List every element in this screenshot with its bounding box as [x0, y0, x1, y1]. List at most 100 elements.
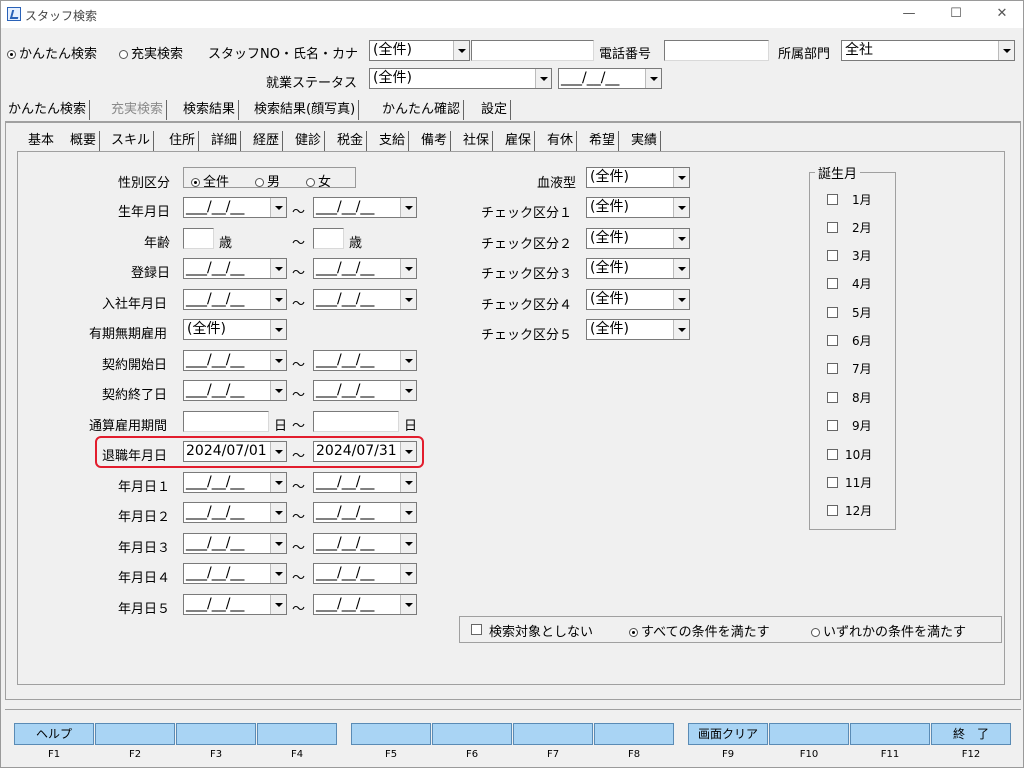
- f10-button[interactable]: [769, 723, 849, 745]
- subtab-detail[interactable]: 詳細: [208, 131, 242, 151]
- status-combo[interactable]: (全件): [369, 68, 552, 89]
- gender-all-radio[interactable]: 全件: [191, 171, 229, 190]
- tilde: 〜: [292, 358, 306, 373]
- month-checkbox-8[interactable]: [827, 392, 838, 403]
- f4-button[interactable]: [257, 723, 337, 745]
- date2-to-picker[interactable]: ___/__/__: [313, 502, 417, 523]
- subtab-career[interactable]: 経歴: [250, 131, 284, 151]
- subtab-results[interactable]: 実績: [628, 131, 662, 151]
- check3-combo[interactable]: (全件): [586, 258, 690, 279]
- f5-button[interactable]: [351, 723, 431, 745]
- contract-end-from-picker[interactable]: ___/__/__: [183, 380, 287, 401]
- hire-from-picker[interactable]: ___/__/__: [183, 289, 287, 310]
- status-date-picker[interactable]: ___/__/__: [558, 68, 662, 89]
- month-checkbox-3[interactable]: [827, 250, 838, 261]
- subtab-address[interactable]: 住所: [166, 131, 200, 151]
- month-checkbox-6[interactable]: [827, 335, 838, 346]
- month-label: 9月: [852, 419, 872, 433]
- exclude-checkbox[interactable]: [471, 624, 482, 635]
- retire-to-picker[interactable]: 2024/07/31: [313, 441, 417, 462]
- contract-end-to-picker[interactable]: ___/__/__: [313, 380, 417, 401]
- search-mode-full[interactable]: 充実検索: [119, 43, 183, 62]
- registered-to-picker[interactable]: ___/__/__: [313, 258, 417, 279]
- retire-from-picker[interactable]: 2024/07/01: [183, 441, 287, 462]
- f11-button[interactable]: [850, 723, 930, 745]
- f12-button[interactable]: 終 了: [931, 723, 1011, 745]
- tab-simple-search[interactable]: かんたん検索: [5, 100, 91, 120]
- f1-button[interactable]: ヘルプ: [14, 723, 94, 745]
- month-checkbox-5[interactable]: [827, 307, 838, 318]
- gender-female-radio[interactable]: 女: [306, 171, 331, 190]
- subtab-skill[interactable]: スキル: [108, 131, 155, 151]
- f6-button[interactable]: [432, 723, 512, 745]
- month-checkbox-9[interactable]: [827, 420, 838, 431]
- subtab-overview[interactable]: 概要: [67, 131, 101, 151]
- date1-to-picker[interactable]: ___/__/__: [313, 472, 417, 493]
- blood-combo[interactable]: (全件): [586, 167, 690, 188]
- subtab-wishes[interactable]: 希望: [586, 131, 620, 151]
- month-checkbox-12[interactable]: [827, 505, 838, 516]
- subtab-paid-leave[interactable]: 有休: [544, 131, 578, 151]
- age-from-input[interactable]: [183, 228, 214, 249]
- tab-settings[interactable]: 設定: [478, 100, 512, 120]
- date4-to-picker[interactable]: ___/__/__: [313, 563, 417, 584]
- chevron-down-icon: [270, 290, 286, 309]
- birth-from-picker[interactable]: ___/__/__: [183, 197, 287, 218]
- subtab-basic[interactable]: 基本: [25, 131, 57, 151]
- chevron-down-icon: [270, 534, 286, 553]
- f9-button[interactable]: 画面クリア: [688, 723, 768, 745]
- any-condition-radio[interactable]: いずれかの条件を満たす: [811, 621, 966, 640]
- tab-results[interactable]: 検索結果: [180, 100, 240, 120]
- f3-button[interactable]: [176, 723, 256, 745]
- subtab-social-insurance[interactable]: 社保: [460, 131, 494, 151]
- date3-from-picker[interactable]: ___/__/__: [183, 533, 287, 554]
- date2-from-picker[interactable]: ___/__/__: [183, 502, 287, 523]
- period-from-input[interactable]: [183, 411, 269, 432]
- tab-full-search[interactable]: 充実検索: [108, 100, 168, 120]
- period-to-input[interactable]: [313, 411, 399, 432]
- maximize-button[interactable]: ☐: [933, 3, 979, 25]
- check1-combo[interactable]: (全件): [586, 197, 690, 218]
- month-checkbox-4[interactable]: [827, 278, 838, 289]
- subtab-employment-insurance[interactable]: 雇保: [502, 131, 536, 151]
- subtab-tax[interactable]: 税金: [334, 131, 368, 151]
- hire-to-picker[interactable]: ___/__/__: [313, 289, 417, 310]
- date5-from-picker[interactable]: ___/__/__: [183, 594, 287, 615]
- check2-combo[interactable]: (全件): [586, 228, 690, 249]
- subtab-notes[interactable]: 備考: [418, 131, 452, 151]
- tab-simple-confirm[interactable]: かんたん確認: [379, 100, 465, 120]
- registered-from-picker[interactable]: ___/__/__: [183, 258, 287, 279]
- dept-combo[interactable]: 全社: [841, 40, 1015, 61]
- radio-icon: [119, 50, 128, 59]
- contract-start-to-picker[interactable]: ___/__/__: [313, 350, 417, 371]
- month-checkbox-11[interactable]: [827, 477, 838, 488]
- birth-to-picker[interactable]: ___/__/__: [313, 197, 417, 218]
- month-checkbox-2[interactable]: [827, 222, 838, 233]
- f2-button[interactable]: [95, 723, 175, 745]
- date3-to-picker[interactable]: ___/__/__: [313, 533, 417, 554]
- subtab-checkup[interactable]: 健診: [292, 131, 326, 151]
- date4-from-picker[interactable]: ___/__/__: [183, 563, 287, 584]
- phone-input[interactable]: [664, 40, 769, 61]
- age-to-input[interactable]: [313, 228, 344, 249]
- minimize-button[interactable]: —: [886, 3, 932, 25]
- tab-results-photo[interactable]: 検索結果(顔写真): [251, 100, 360, 120]
- month-checkbox-7[interactable]: [827, 363, 838, 374]
- staff-search-input[interactable]: [471, 40, 594, 61]
- close-button[interactable]: ✕: [979, 3, 1024, 25]
- gender-male-radio[interactable]: 男: [255, 171, 280, 190]
- month-checkbox-1[interactable]: [827, 194, 838, 205]
- check5-combo[interactable]: (全件): [586, 319, 690, 340]
- date5-to-picker[interactable]: ___/__/__: [313, 594, 417, 615]
- all-conditions-radio[interactable]: すべての条件を満たす: [629, 621, 770, 640]
- staff-combo[interactable]: (全件): [369, 40, 470, 61]
- check4-combo[interactable]: (全件): [586, 289, 690, 310]
- contract-type-combo[interactable]: (全件): [183, 319, 287, 340]
- f7-button[interactable]: [513, 723, 593, 745]
- search-mode-simple[interactable]: かんたん検索: [7, 43, 97, 62]
- subtab-payment[interactable]: 支給: [376, 131, 410, 151]
- f8-button[interactable]: [594, 723, 674, 745]
- date1-from-picker[interactable]: ___/__/__: [183, 472, 287, 493]
- month-checkbox-10[interactable]: [827, 449, 838, 460]
- contract-start-from-picker[interactable]: ___/__/__: [183, 350, 287, 371]
